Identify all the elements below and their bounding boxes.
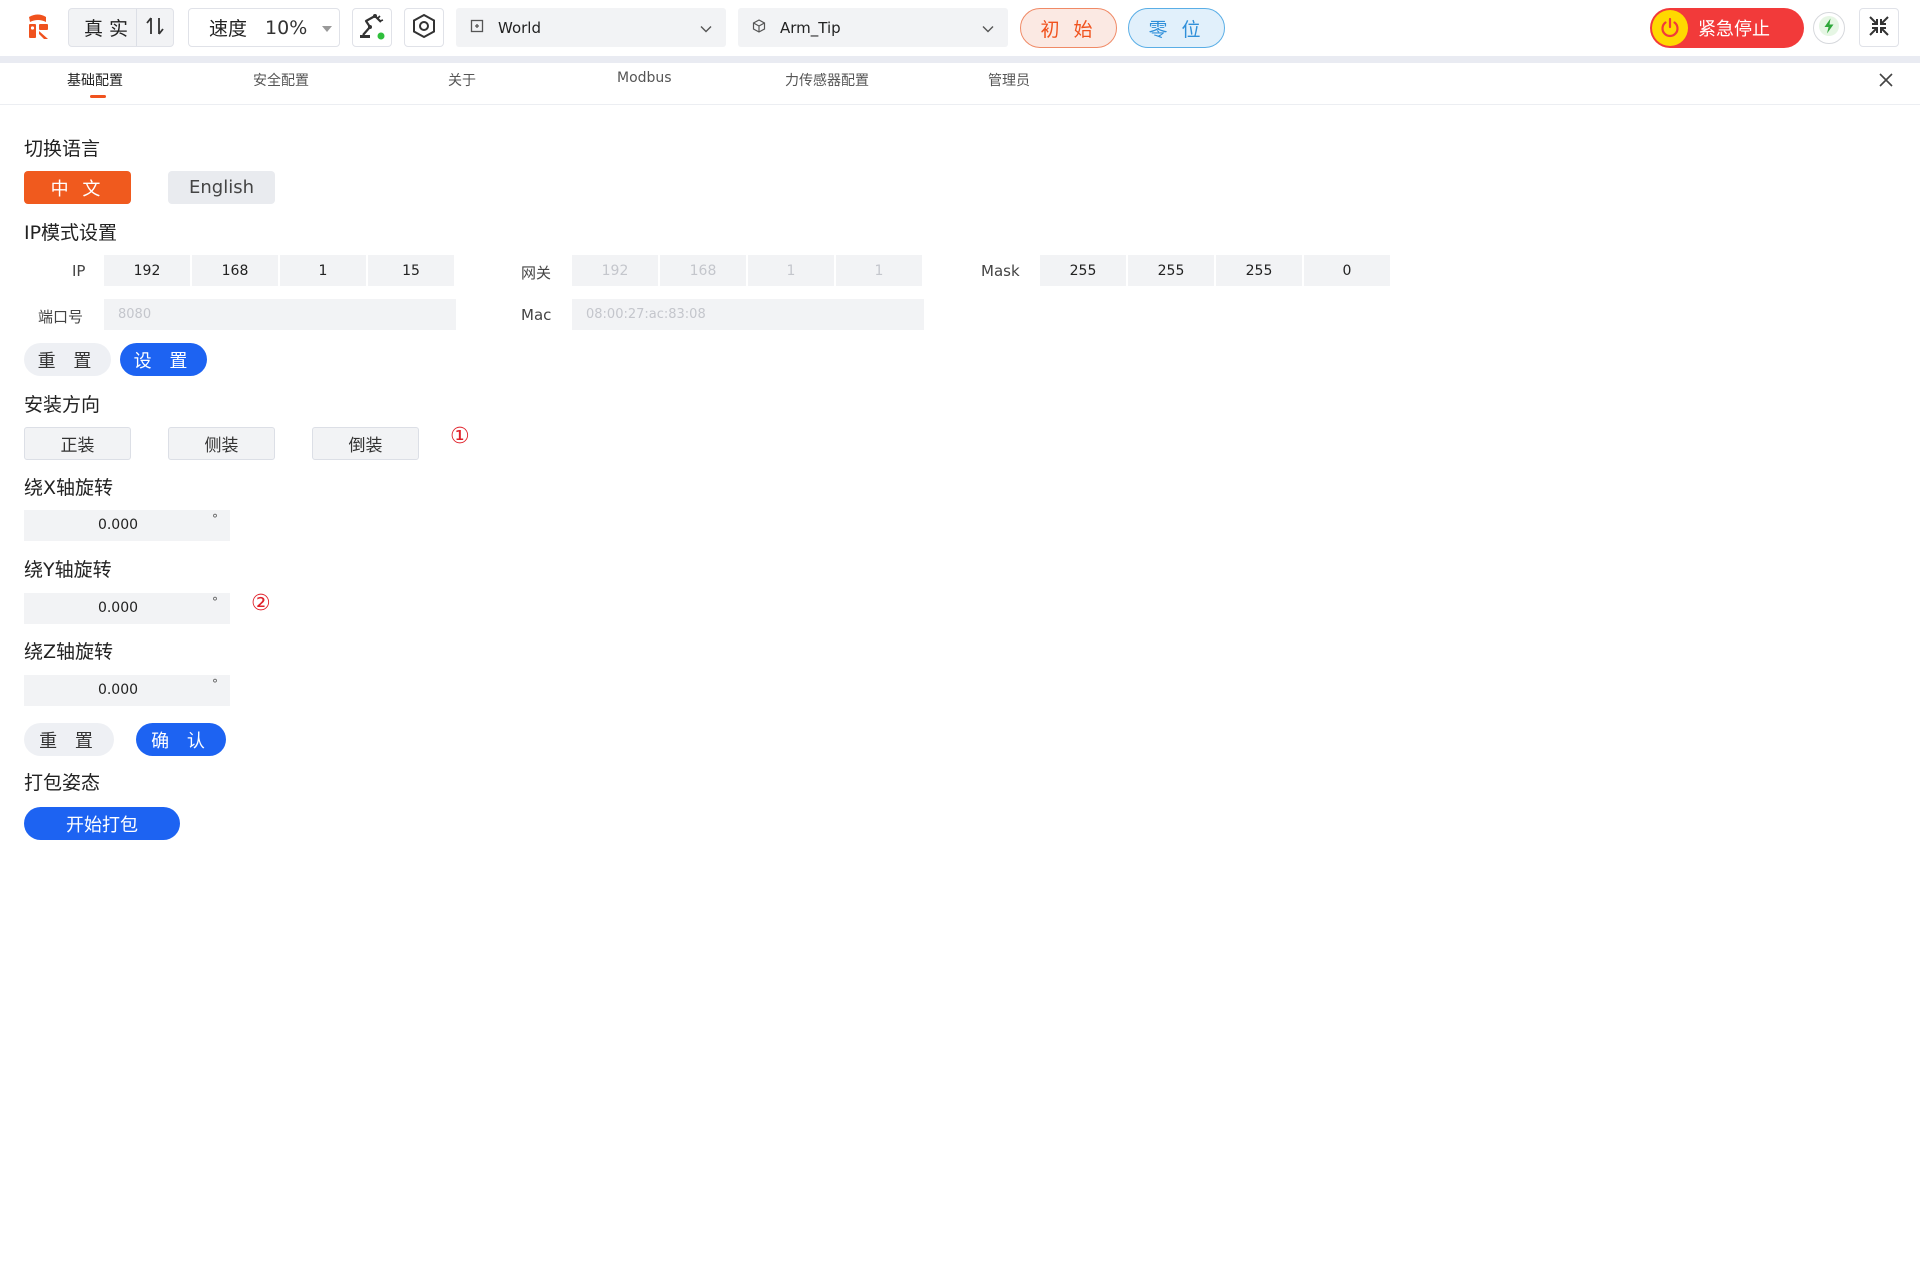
rotate-z-value: 0.000 — [97, 682, 139, 698]
ip-label: IP — [72, 262, 86, 280]
power-icon — [1652, 10, 1688, 46]
robot-arm-icon — [357, 11, 387, 45]
rotate-z-input[interactable]: 0.000 ° — [24, 675, 230, 706]
settings-button[interactable] — [404, 8, 444, 47]
caret-down-icon[interactable] — [321, 18, 333, 37]
tab-force-sensor[interactable]: 力传感器配置 — [785, 70, 869, 90]
collapse-icon — [1867, 14, 1891, 42]
rotate-y-title: 绕Y轴旋转 — [24, 559, 112, 581]
annotation-marker-1: ① — [450, 424, 470, 449]
ip-set-button[interactable]: 设 置 — [120, 343, 207, 376]
rotate-x-title: 绕X轴旋转 — [24, 477, 114, 499]
mask-octet-1[interactable]: 255 — [1040, 255, 1126, 286]
ip-octet-1[interactable]: 192 — [104, 255, 190, 286]
gateway-octet-2[interactable]: 168 — [660, 255, 746, 286]
mask-label: Mask — [981, 262, 1020, 280]
frame-icon — [470, 19, 484, 37]
mode-label: 真 实 — [84, 18, 129, 40]
gateway-octet-4[interactable]: 1 — [836, 255, 922, 286]
ip-settings-title: IP模式设置 — [24, 222, 118, 244]
rotate-y-input[interactable]: 0.000 ° — [24, 593, 230, 624]
mask-octet-4[interactable]: 0 — [1304, 255, 1390, 286]
port-label: 端口号 — [38, 308, 84, 326]
mount-side-button[interactable]: 侧装 — [168, 427, 275, 460]
emergency-stop-label: 紧急停止 — [1698, 19, 1770, 40]
zero-button[interactable]: 零 位 — [1128, 8, 1225, 48]
tool-value: Arm_Tip — [780, 18, 841, 37]
tab-basic-config[interactable]: 基础配置 — [67, 70, 123, 90]
power-status-button[interactable] — [1813, 12, 1845, 44]
start-pack-button[interactable]: 开始打包 — [24, 807, 180, 840]
chinese-button[interactable]: 中 文 — [24, 171, 131, 204]
rotation-confirm-button[interactable]: 确 认 — [136, 723, 226, 756]
port-input[interactable]: 8080 — [104, 299, 456, 330]
mount-upright-button[interactable]: 正装 — [24, 427, 131, 460]
coordinate-select[interactable]: World — [456, 8, 726, 47]
mask-octet-3[interactable]: 255 — [1216, 255, 1302, 286]
mask-octet-2[interactable]: 255 — [1128, 255, 1214, 286]
chevron-down-icon — [982, 19, 994, 37]
tab-safety-config[interactable]: 安全配置 — [253, 70, 309, 90]
rotate-z-title: 绕Z轴旋转 — [24, 641, 114, 663]
rotate-x-input[interactable]: 0.000 ° — [24, 510, 230, 541]
hexagon-gear-icon — [411, 13, 437, 43]
speed-label: 速度 — [209, 18, 248, 40]
cube-icon — [752, 18, 766, 37]
close-icon[interactable] — [1878, 72, 1894, 92]
mac-input[interactable]: 08:00:27:ac:83:08 — [572, 299, 924, 330]
chevron-down-icon — [700, 19, 712, 37]
emergency-stop-button[interactable]: 紧急停止 — [1650, 8, 1804, 48]
gateway-octet-3[interactable]: 1 — [748, 255, 834, 286]
app-logo — [24, 13, 52, 41]
mode-switch[interactable]: 真 实 — [68, 8, 174, 47]
annotation-marker-2: ② — [251, 591, 271, 616]
coordinate-value: World — [498, 18, 541, 37]
rotation-reset-button[interactable]: 重 置 — [24, 723, 114, 756]
robot-arm-button[interactable] — [352, 8, 392, 47]
mount-direction-title: 安装方向 — [24, 394, 101, 416]
top-toolbar: 真 实 速度 10% World Arm_Tip 初 始 零 位 紧急停止 — [0, 0, 1920, 56]
rotate-x-value: 0.000 — [97, 517, 139, 533]
tab-admin[interactable]: 管理员 — [988, 70, 1030, 90]
lightning-icon — [1818, 15, 1840, 41]
tool-select[interactable]: Arm_Tip — [738, 8, 1008, 47]
degree-unit: ° — [212, 512, 218, 526]
divider — [136, 9, 137, 46]
tabs-divider — [0, 104, 1920, 105]
tab-about[interactable]: 关于 — [448, 70, 476, 90]
rotate-y-value: 0.000 — [97, 600, 139, 616]
speed-control[interactable]: 速度 10% — [188, 8, 340, 47]
init-button[interactable]: 初 始 — [1020, 8, 1117, 48]
mac-label: Mac — [521, 306, 552, 324]
degree-unit: ° — [212, 595, 218, 609]
collapse-button[interactable] — [1859, 8, 1899, 47]
pack-pose-title: 打包姿态 — [24, 772, 101, 794]
english-button[interactable]: English — [168, 171, 275, 204]
mount-inverted-button[interactable]: 倒装 — [312, 427, 419, 460]
ip-reset-button[interactable]: 重 置 — [24, 343, 111, 376]
gateway-label: 网关 — [521, 264, 552, 282]
ip-octet-3[interactable]: 1 — [280, 255, 366, 286]
ip-octet-2[interactable]: 168 — [192, 255, 278, 286]
toolbar-divider — [0, 56, 1920, 63]
degree-unit: ° — [212, 677, 218, 691]
active-tab-indicator — [90, 95, 106, 98]
ip-octet-4[interactable]: 15 — [368, 255, 454, 286]
speed-value: 10% — [265, 16, 308, 39]
swap-icon[interactable] — [145, 15, 165, 41]
tab-modbus[interactable]: Modbus — [617, 70, 672, 86]
language-title: 切换语言 — [24, 138, 101, 160]
gateway-octet-1[interactable]: 192 — [572, 255, 658, 286]
